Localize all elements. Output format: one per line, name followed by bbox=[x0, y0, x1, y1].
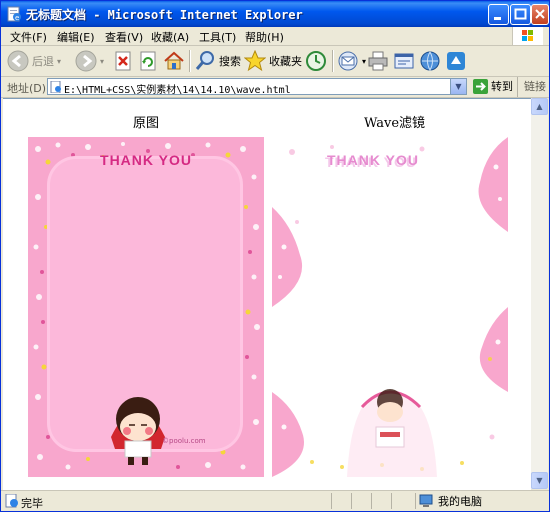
status-divider bbox=[415, 493, 416, 509]
address-dropdown-button[interactable]: ▼ bbox=[450, 79, 466, 94]
back-button[interactable]: 后退 ▾ bbox=[7, 49, 61, 73]
printer-icon bbox=[368, 51, 388, 71]
watermark-text: ©poolu.com bbox=[162, 437, 206, 445]
original-caption: 原图 bbox=[133, 116, 160, 131]
messenger-globe-icon bbox=[420, 51, 440, 72]
windows-logo bbox=[512, 27, 543, 45]
forward-button[interactable]: ▾ bbox=[75, 49, 104, 73]
stop-button[interactable] bbox=[113, 49, 133, 73]
girl-illustration bbox=[111, 397, 165, 465]
wave-distortion-shapes bbox=[272, 137, 508, 477]
page-icon bbox=[50, 81, 61, 93]
search-button[interactable]: 搜索 bbox=[194, 49, 241, 73]
wave-thank-you-text: THANK YOU bbox=[327, 152, 419, 168]
menu-help[interactable]: 帮助(H) bbox=[245, 29, 284, 45]
status-text: 完毕 bbox=[21, 497, 43, 510]
home-button[interactable] bbox=[163, 49, 185, 73]
browser-window: e 无标题文档 - Microsoft Internet Explorer 文件… bbox=[0, 0, 550, 512]
my-computer-icon bbox=[419, 494, 433, 507]
stop-icon bbox=[115, 51, 131, 71]
minimize-icon bbox=[494, 17, 501, 20]
address-url: E:\HTML+CSS\实例素材\14\14.10\wave.html bbox=[64, 85, 291, 96]
edit-page-icon bbox=[394, 53, 414, 69]
menu-favorites[interactable]: 收藏(A) bbox=[151, 29, 189, 45]
windows-flag-icon bbox=[522, 30, 533, 41]
status-divider bbox=[371, 493, 372, 509]
go-label: 转到 bbox=[491, 80, 513, 93]
status-divider bbox=[351, 493, 352, 509]
menu-edit[interactable]: 编辑(E) bbox=[57, 29, 95, 45]
toolbar-separator bbox=[332, 50, 333, 72]
status-divider bbox=[391, 493, 392, 509]
scroll-up-button[interactable]: ▲ bbox=[531, 98, 548, 115]
address-bar: 地址(D) E:\HTML+CSS\实例素材\14\14.10\wave.htm… bbox=[1, 77, 549, 98]
menu-tools[interactable]: 工具(T) bbox=[199, 29, 236, 45]
svg-text:e: e bbox=[15, 14, 19, 22]
mail-button[interactable]: ▾ bbox=[337, 49, 366, 73]
go-button[interactable]: 转到 bbox=[473, 78, 513, 94]
search-icon bbox=[195, 51, 214, 70]
links-button[interactable]: 链接 bbox=[517, 77, 546, 97]
status-bar: 完毕 我的电脑 bbox=[1, 490, 549, 511]
close-icon bbox=[535, 9, 545, 19]
menu-view[interactable]: 查看(V) bbox=[105, 29, 143, 45]
page-done-icon bbox=[5, 494, 18, 508]
wave-caption: Wave滤镜 bbox=[364, 116, 426, 131]
mail-icon bbox=[338, 51, 358, 71]
security-zone: 我的电脑 bbox=[419, 493, 482, 509]
forward-dropdown-icon[interactable]: ▾ bbox=[100, 57, 104, 66]
ie-document-icon: e bbox=[7, 6, 21, 22]
original-image: THANK YOU ©poolu.com bbox=[28, 137, 264, 477]
address-input[interactable]: E:\HTML+CSS\实例素材\14\14.10\wave.html ▼ bbox=[47, 78, 467, 96]
status-divider bbox=[331, 493, 332, 509]
history-icon bbox=[306, 51, 326, 71]
close-button[interactable] bbox=[531, 4, 549, 25]
title-bar: e 无标题文档 - Microsoft Internet Explorer bbox=[1, 1, 549, 27]
search-label: 搜索 bbox=[219, 55, 241, 68]
mail-dropdown-icon[interactable]: ▾ bbox=[362, 57, 366, 66]
discuss-button[interactable] bbox=[445, 49, 467, 73]
print-button[interactable] bbox=[367, 49, 389, 73]
maximize-icon bbox=[514, 8, 527, 20]
window-title: 无标题文档 - Microsoft Internet Explorer bbox=[26, 8, 303, 22]
toolbar-separator bbox=[189, 50, 190, 72]
back-arrow-icon bbox=[7, 50, 29, 72]
refresh-button[interactable] bbox=[138, 49, 158, 73]
scroll-down-button[interactable]: ▼ bbox=[531, 472, 548, 489]
refresh-icon bbox=[140, 51, 156, 71]
go-arrow-icon bbox=[473, 78, 488, 94]
zone-label: 我的电脑 bbox=[438, 495, 482, 508]
toolbar: 后退 ▾ ▾ 搜索 收藏夹 ▾ bbox=[1, 46, 549, 77]
discuss-icon bbox=[447, 52, 465, 70]
home-icon bbox=[164, 51, 184, 70]
back-label: 后退 bbox=[32, 55, 54, 68]
back-dropdown-icon[interactable]: ▾ bbox=[57, 57, 61, 66]
edit-button[interactable] bbox=[393, 49, 415, 73]
page-viewport: 原图 Wave滤镜 THANK YOU ©poolu.com THANK YOU… bbox=[3, 98, 531, 490]
menu-bar: 文件(F) 编辑(E) 查看(V) 收藏(A) 工具(T) 帮助(H) bbox=[1, 27, 549, 46]
links-label: 链接 bbox=[524, 80, 546, 93]
vertical-scrollbar[interactable]: ▲ ▼ bbox=[531, 98, 548, 489]
favorites-star-icon bbox=[244, 50, 266, 72]
maximize-button[interactable] bbox=[510, 4, 531, 25]
favorites-button[interactable]: 收藏夹 bbox=[244, 49, 302, 73]
wave-filtered-image: THANK YOU THANK YOU bbox=[272, 137, 508, 477]
favorites-label: 收藏夹 bbox=[269, 55, 302, 68]
history-button[interactable] bbox=[305, 49, 327, 73]
forward-arrow-icon bbox=[75, 50, 97, 72]
card-thank-you-text: THANK YOU bbox=[100, 152, 192, 168]
menu-file[interactable]: 文件(F) bbox=[10, 29, 47, 45]
minimize-button[interactable] bbox=[488, 4, 509, 25]
address-label: 地址(D) bbox=[7, 82, 47, 95]
messenger-button[interactable] bbox=[419, 49, 441, 73]
